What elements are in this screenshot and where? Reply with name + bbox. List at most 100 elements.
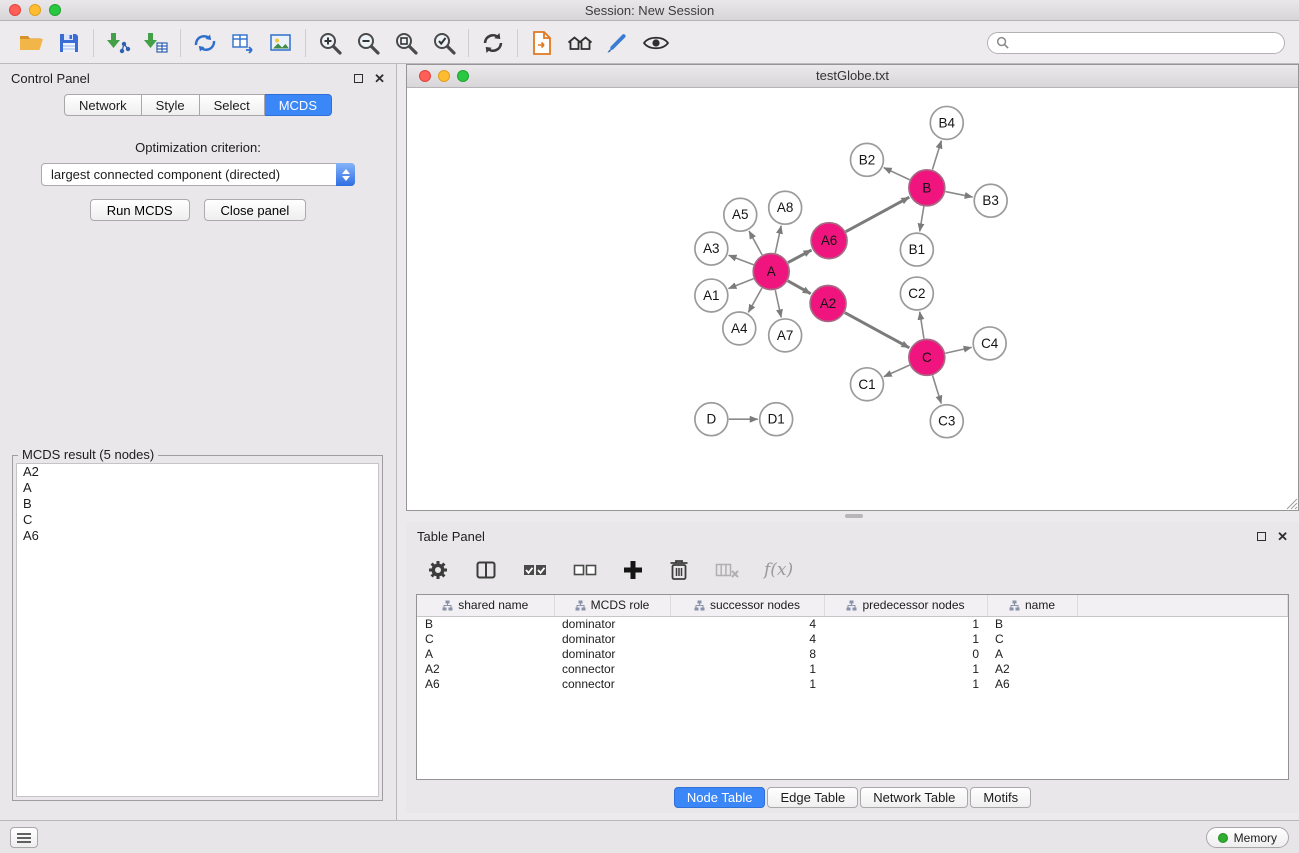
add-column-button[interactable] — [622, 559, 644, 581]
column-header-successor-nodes[interactable]: successor nodes — [670, 595, 824, 616]
home-views-button[interactable] — [561, 25, 599, 61]
graph-edge-A-A6[interactable] — [788, 250, 812, 263]
graph-node-A5[interactable]: A5 — [724, 198, 757, 231]
graph-node-A4[interactable]: A4 — [723, 312, 756, 345]
tab-select[interactable]: Select — [200, 94, 265, 116]
graph-edge-C-C2[interactable] — [920, 312, 924, 339]
open-session-button[interactable] — [12, 25, 50, 61]
mcds-result-item[interactable]: A2 — [17, 464, 378, 480]
search-input[interactable] — [1014, 36, 1276, 50]
annotation-brush-button[interactable] — [599, 25, 637, 61]
graph-edge-A6-B[interactable] — [846, 197, 910, 231]
float-table-panel-icon[interactable] — [1257, 532, 1266, 541]
deselect-all-button[interactable] — [572, 559, 598, 581]
graph-node-A3[interactable]: A3 — [695, 232, 728, 265]
graph-node-A6[interactable]: A6 — [811, 223, 847, 259]
refresh-button[interactable] — [474, 25, 512, 61]
network-close-button[interactable] — [419, 70, 431, 82]
graph-node-D[interactable]: D — [695, 403, 728, 436]
tab-network-table[interactable]: Network Table — [860, 787, 968, 808]
graph-node-A1[interactable]: A1 — [695, 279, 728, 312]
tab-network[interactable]: Network — [64, 94, 142, 116]
column-header-name[interactable]: name — [987, 595, 1077, 616]
show-hide-button[interactable] — [637, 25, 675, 61]
column-header-MCDS-role[interactable]: MCDS role — [554, 595, 670, 616]
network-canvas[interactable]: AA1A2A3A4A5A6A7A8BB1B2B3B4CC1C2C3C4DD1 — [407, 89, 1298, 510]
save-session-button[interactable] — [50, 25, 88, 61]
tab-motifs[interactable]: Motifs — [970, 787, 1031, 808]
zoom-selected-button[interactable] — [425, 25, 463, 61]
table-row-A[interactable]: Adominator80A — [417, 646, 1288, 661]
close-table-panel-icon[interactable]: ✕ — [1277, 530, 1288, 543]
horizontal-scrollbar[interactable] — [845, 514, 863, 518]
mcds-result-item[interactable]: C — [17, 512, 378, 528]
delete-table-button[interactable] — [714, 559, 740, 581]
graph-edge-A-A7[interactable] — [775, 290, 781, 317]
criterion-dropdown[interactable]: largest connected component (directed) — [41, 163, 355, 186]
graph-edge-B-B1[interactable] — [920, 207, 924, 232]
graph-node-A7[interactable]: A7 — [769, 319, 802, 352]
network-minimize-button[interactable] — [438, 70, 450, 82]
table-row-A2[interactable]: A2connector11A2 — [417, 661, 1288, 676]
show-columns-button[interactable] — [474, 558, 498, 582]
graph-node-C4[interactable]: C4 — [973, 327, 1006, 360]
node-table[interactable]: shared nameMCDS rolesuccessor nodesprede… — [416, 594, 1289, 780]
zoom-fit-button[interactable] — [387, 25, 425, 61]
graph-edge-B-B4[interactable] — [932, 141, 941, 170]
graph-node-A[interactable]: A — [753, 254, 789, 290]
task-history-button[interactable] — [10, 827, 38, 848]
run-mcds-button[interactable]: Run MCDS — [90, 199, 190, 221]
mcds-result-list[interactable]: A2ABCA6 — [16, 463, 379, 797]
paste-document-button[interactable] — [523, 25, 561, 61]
graph-edge-A-A3[interactable] — [729, 255, 754, 265]
graph-edge-A2-C[interactable] — [845, 313, 910, 348]
graph-node-D1[interactable]: D1 — [760, 403, 793, 436]
dropdown-stepper[interactable] — [336, 163, 355, 186]
graph-edge-B-B2[interactable] — [884, 168, 910, 180]
import-table-button[interactable] — [137, 25, 175, 61]
graph-edge-C-C3[interactable] — [933, 375, 942, 403]
table-settings-button[interactable] — [426, 558, 450, 582]
graph-edge-A-A8[interactable] — [775, 226, 781, 253]
table-row-B[interactable]: Bdominator41B — [417, 616, 1288, 631]
table-row-C[interactable]: Cdominator41C — [417, 631, 1288, 646]
graph-edge-A-A4[interactable] — [748, 288, 762, 312]
graph-node-C3[interactable]: C3 — [930, 405, 963, 438]
network-zoom-button[interactable] — [457, 70, 469, 82]
memory-button[interactable]: Memory — [1206, 827, 1289, 848]
graph-edge-A-A2[interactable] — [788, 281, 811, 294]
graph-edge-A-A5[interactable] — [749, 231, 762, 255]
graph-node-B3[interactable]: B3 — [974, 184, 1007, 217]
graph-node-B1[interactable]: B1 — [900, 233, 933, 266]
graph-edge-B-B3[interactable] — [945, 192, 972, 197]
graph-node-C2[interactable]: C2 — [900, 277, 933, 310]
zoom-out-button[interactable] — [349, 25, 387, 61]
close-panel-icon[interactable]: ✕ — [374, 72, 385, 85]
graph-node-B[interactable]: B — [909, 170, 945, 206]
graph-edge-C-C1[interactable] — [884, 365, 910, 377]
import-network-button[interactable] — [99, 25, 137, 61]
select-all-button[interactable] — [522, 559, 548, 581]
tab-edge-table[interactable]: Edge Table — [767, 787, 858, 808]
function-builder-button[interactable]: f(x) — [764, 560, 793, 580]
mcds-result-item[interactable]: B — [17, 496, 378, 512]
mcds-result-item[interactable]: A6 — [17, 528, 378, 544]
table-row-A6[interactable]: A6connector11A6 — [417, 676, 1288, 691]
float-panel-icon[interactable] — [354, 74, 363, 83]
column-header-shared-name[interactable]: shared name — [417, 595, 554, 616]
graph-node-B2[interactable]: B2 — [851, 143, 884, 176]
close-panel-button[interactable]: Close panel — [204, 199, 307, 221]
tab-style[interactable]: Style — [142, 94, 200, 116]
column-header-predecessor-nodes[interactable]: predecessor nodes — [824, 595, 987, 616]
resize-grip[interactable] — [1285, 497, 1298, 510]
zoom-in-button[interactable] — [311, 25, 349, 61]
tab-node-table[interactable]: Node Table — [674, 787, 766, 808]
export-table-button[interactable] — [224, 25, 262, 61]
export-image-button[interactable] — [262, 25, 300, 61]
graph-node-A2[interactable]: A2 — [810, 286, 846, 322]
delete-column-button[interactable] — [668, 558, 690, 582]
graph-node-C[interactable]: C — [909, 339, 945, 375]
graph-node-B4[interactable]: B4 — [930, 106, 963, 139]
graph-edge-C-C4[interactable] — [945, 347, 971, 353]
mcds-result-item[interactable]: A — [17, 480, 378, 496]
